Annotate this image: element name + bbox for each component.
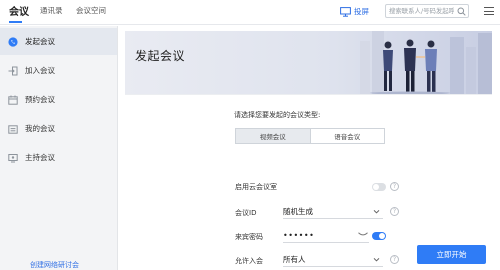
guest-password-field[interactable]: •••••• (283, 229, 369, 243)
start-now-button[interactable]: 立即开始 (417, 245, 486, 264)
banner: 发起会议 (125, 31, 492, 94)
top-bar: 会议 通讯录 会议空间 投屏 (0, 0, 500, 25)
tab-meeting-space[interactable]: 会议空间 (76, 5, 106, 16)
sidebar-item-label: 主持会议 (25, 153, 55, 162)
banner-divider (125, 94, 492, 95)
sidebar-item-my-meetings[interactable]: 我的会议 (0, 115, 117, 142)
eye-closed-icon[interactable] (358, 232, 368, 237)
screen-cast-label: 投屏 (354, 7, 369, 16)
main-panel: 发起会议 请选择您要发起的会议类型: 视频会议 语音会议 启用云会议室 ? 会议… (119, 26, 500, 270)
search-icon[interactable] (457, 7, 466, 16)
allow-join-select[interactable]: 所有人 (283, 253, 383, 267)
search-box[interactable] (385, 4, 469, 18)
create-webinar-link[interactable]: 创建网络研讨会 (30, 260, 79, 270)
meeting-type-selector: 视频会议 语音会议 (235, 128, 385, 144)
monitor-icon (340, 6, 351, 17)
calendar-list-icon (8, 124, 18, 134)
sidebar-item-start-meeting[interactable]: 发起会议 (0, 28, 117, 55)
active-tab-indicator (9, 21, 22, 23)
sidebar-item-schedule-meeting[interactable]: 预约会议 (0, 86, 117, 113)
sidebar-item-label: 加入会议 (25, 66, 55, 75)
phone-icon (8, 36, 18, 47)
video-meeting-option[interactable]: 视频会议 (236, 129, 311, 143)
help-icon[interactable]: ? (390, 255, 399, 264)
cloud-room-toggle[interactable] (372, 183, 386, 191)
host-icon (8, 153, 18, 163)
chevron-down-icon (373, 258, 380, 262)
sidebar: 发起会议 加入会议 预约会议 我的会议 主持会议 创建网络研讨会 (0, 26, 118, 270)
allow-join-label: 允许入会 (235, 257, 263, 265)
voice-meeting-option[interactable]: 语音会议 (311, 129, 385, 143)
meeting-id-select[interactable]: 随机生成 (283, 205, 383, 219)
sidebar-item-join-meeting[interactable]: 加入会议 (0, 57, 117, 84)
help-icon[interactable]: ? (390, 182, 399, 191)
screen-cast-button[interactable]: 投屏 (340, 6, 369, 17)
meeting-type-prompt: 请选择您要发起的会议类型: (234, 111, 321, 119)
chevron-down-icon (373, 210, 380, 214)
tab-contacts[interactable]: 通讯录 (40, 5, 63, 16)
cloud-room-label: 启用云会议室 (235, 183, 277, 191)
page-title: 发起会议 (135, 49, 186, 63)
sidebar-item-label: 预约会议 (25, 95, 55, 104)
sidebar-item-label: 发起会议 (25, 37, 55, 46)
tab-meeting[interactable]: 会议 (9, 3, 29, 18)
join-icon (8, 66, 18, 76)
allow-join-value: 所有人 (283, 255, 306, 264)
sidebar-item-label: 我的会议 (25, 124, 55, 133)
menu-icon[interactable] (484, 7, 494, 16)
guest-password-value: •••••• (283, 231, 315, 240)
business-people-illustration (360, 31, 492, 94)
help-icon[interactable]: ? (390, 207, 399, 216)
calendar-icon (8, 95, 18, 105)
meeting-id-value: 随机生成 (283, 207, 313, 216)
search-input[interactable] (386, 5, 454, 17)
meeting-id-label: 会议ID (235, 209, 257, 217)
guest-password-label: 来宾密码 (235, 233, 263, 241)
guest-password-toggle[interactable] (372, 232, 386, 240)
sidebar-item-host-meeting[interactable]: 主持会议 (0, 144, 117, 171)
